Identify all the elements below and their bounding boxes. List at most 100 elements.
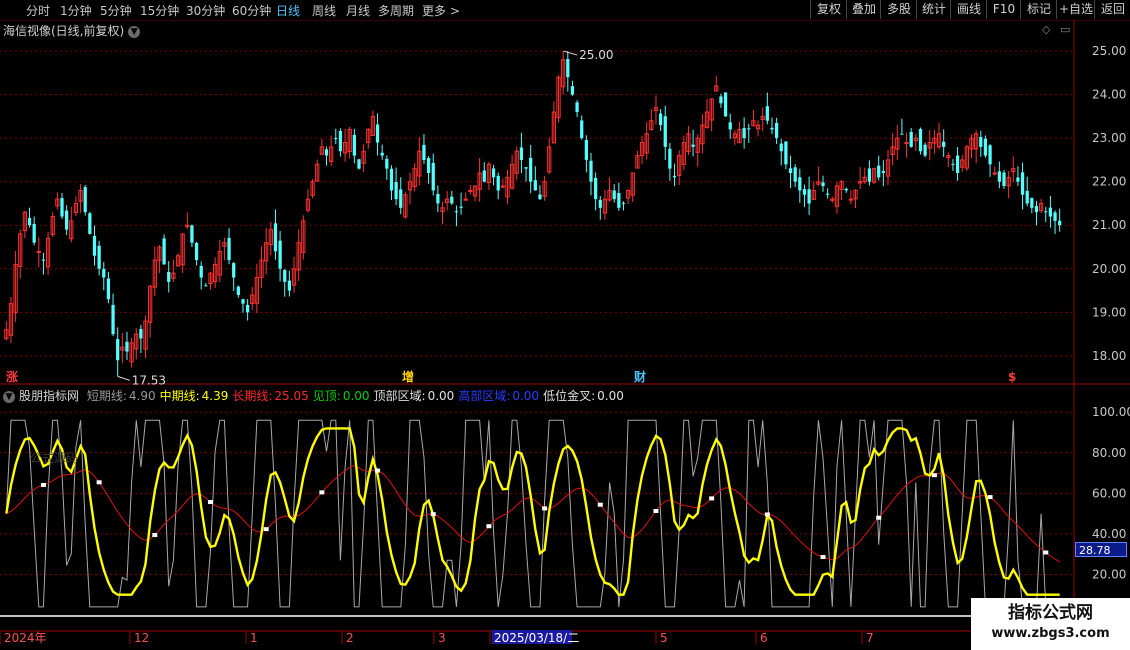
- long-line-marker: [486, 524, 492, 529]
- candle-body: [283, 270, 287, 282]
- candle-body: [765, 106, 769, 121]
- period-tab[interactable]: 月线: [346, 2, 370, 19]
- candle-body: [1034, 206, 1039, 213]
- candle-body: [27, 217, 32, 226]
- toolbar-button[interactable]: 复权: [810, 0, 847, 19]
- event-marker: 财: [633, 369, 646, 384]
- candle-body: [983, 138, 988, 156]
- toolbar-button[interactable]: 叠加: [846, 0, 881, 19]
- indicator-current-value: 28.78: [1075, 542, 1127, 557]
- date-label: 2024年: [4, 631, 47, 645]
- candle-body: [1002, 172, 1006, 187]
- candle-body: [162, 238, 166, 265]
- candle-body: [459, 206, 463, 208]
- toolbar-button[interactable]: 多股: [880, 0, 917, 19]
- site-watermark: 指标公式网 www.zbgs3.com: [971, 598, 1130, 650]
- indicator-tick-label: 20.00: [1092, 567, 1126, 581]
- price-tick-label: 22.00: [1092, 175, 1126, 189]
- period-tab[interactable]: 多周期: [378, 2, 414, 19]
- candle-body: [338, 130, 343, 152]
- candle-body: [747, 128, 751, 130]
- candle-body: [194, 242, 199, 261]
- period-tab[interactable]: 15分钟: [140, 2, 179, 19]
- long-line-marker: [40, 482, 46, 487]
- candle-body: [723, 92, 728, 117]
- indicator-label: 见顶:: [312, 389, 341, 403]
- candle-body: [1044, 211, 1048, 213]
- candle-body: [658, 113, 663, 126]
- date-label: 3: [438, 631, 446, 645]
- period-tab[interactable]: 1分钟: [60, 2, 92, 19]
- date-label: 5: [660, 631, 668, 645]
- candle-body: [454, 211, 459, 213]
- candle-body: [617, 193, 621, 208]
- date-label: 1: [250, 631, 258, 645]
- candle-body: [951, 163, 955, 165]
- period-tab[interactable]: 60分钟: [232, 2, 271, 19]
- toolbar-button[interactable]: F10: [986, 0, 1021, 19]
- period-tab[interactable]: 更多 >: [422, 2, 460, 19]
- period-tab[interactable]: 30分钟: [186, 2, 225, 19]
- long-line-marker: [375, 468, 381, 473]
- date-label: 2: [346, 631, 354, 645]
- candle-body: [923, 144, 927, 156]
- price-tick-label: 25.00: [1092, 44, 1126, 58]
- toolbar-button[interactable]: +自选: [1056, 0, 1095, 19]
- candle-body: [672, 175, 677, 178]
- candle-body: [468, 189, 473, 192]
- candle-body: [663, 116, 667, 147]
- period-tab[interactable]: 5分钟: [100, 2, 132, 19]
- price-tick-label: 23.00: [1092, 131, 1126, 145]
- candle-body: [436, 193, 440, 204]
- candle-body: [784, 141, 788, 165]
- long-line-marker: [1043, 550, 1049, 555]
- indicator-item: 高部区域: 0.00: [458, 389, 539, 403]
- indicator-label: 高部区域:: [458, 389, 511, 403]
- period-tab[interactable]: 周线: [312, 2, 336, 19]
- long-line-marker: [987, 495, 993, 500]
- mid-term-line: [5, 427, 1060, 596]
- candle-body: [955, 155, 960, 173]
- candle-body: [380, 152, 384, 156]
- candle-body: [904, 142, 909, 145]
- long-line-marker: [319, 490, 325, 495]
- candle-body: [491, 168, 496, 178]
- indicator-tick-label: 80.00: [1092, 446, 1126, 460]
- indicator-item: 见顶: 0.00: [313, 389, 370, 403]
- event-marker: 增: [402, 369, 414, 384]
- candle-body: [988, 145, 992, 165]
- candle-body: [204, 285, 208, 287]
- toolbar-button[interactable]: 统计: [916, 0, 951, 19]
- candle-body: [788, 168, 793, 173]
- toolbar-button[interactable]: 标记: [1020, 0, 1057, 19]
- candle-body: [1025, 190, 1029, 204]
- kline-chart[interactable]: 25.0024.0023.0022.0021.0020.0019.0018.00…: [0, 20, 1130, 650]
- indicator-item: 长期线: 25.05: [232, 389, 308, 403]
- candle-body: [139, 328, 143, 339]
- period-tab[interactable]: 分时: [26, 2, 50, 19]
- candle-body: [334, 137, 338, 139]
- candle-body: [97, 245, 101, 269]
- period-toolbar: 分时 1分钟 5分钟 15分钟 30分钟 60分钟 日线 周线 月线 多周期 更多 > 复权 叠加 多股统…: [0, 0, 1130, 21]
- watermark-title: 指标公式网: [1008, 603, 1093, 623]
- indicator-dropdown-icon[interactable]: ▼: [3, 390, 15, 403]
- toolbar-button[interactable]: 返回: [1094, 0, 1130, 19]
- long-line-marker: [152, 533, 158, 538]
- indicator-label: 中期线:: [159, 389, 200, 403]
- candle-body: [774, 122, 779, 139]
- candle-body: [83, 187, 87, 213]
- period-tab[interactable]: 日线: [276, 2, 300, 19]
- candle-body: [533, 180, 537, 191]
- candle-body: [375, 124, 380, 143]
- candle-body: [426, 158, 431, 173]
- candle-body: [65, 210, 69, 230]
- candle-body: [88, 213, 92, 234]
- date-label: 12: [134, 631, 149, 645]
- candle-body: [621, 202, 626, 204]
- candle-body: [942, 141, 946, 147]
- toolbar-button[interactable]: 画线: [950, 0, 987, 19]
- indicator-label: 顶部区域:: [373, 389, 426, 403]
- candle-body: [102, 268, 106, 278]
- price-tick-label: 20.00: [1092, 262, 1126, 276]
- long-line-marker: [207, 500, 213, 505]
